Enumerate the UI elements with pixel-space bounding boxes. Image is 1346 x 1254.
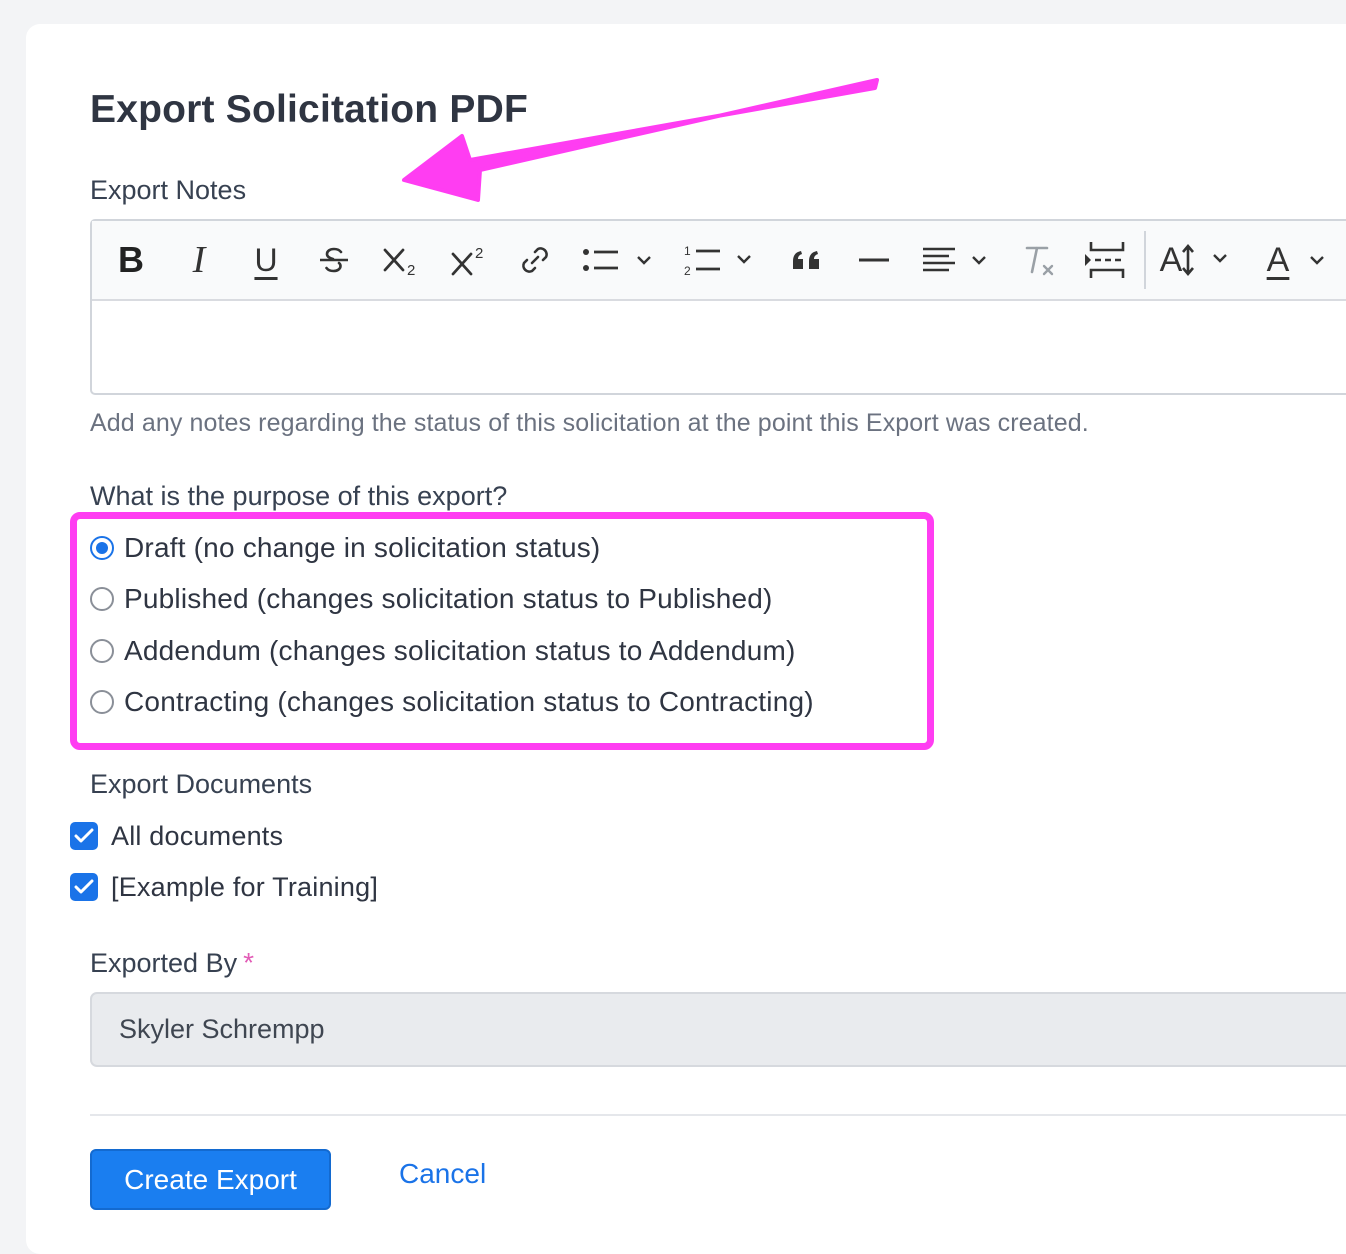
font-color-icon[interactable]: A bbox=[1256, 233, 1340, 287]
create-export-button[interactable]: Create Export bbox=[90, 1149, 331, 1210]
italic-glyph: I bbox=[192, 239, 206, 281]
exported-by-value: Skyler Schrempp bbox=[119, 1014, 325, 1044]
svg-text:2: 2 bbox=[684, 264, 691, 278]
annotation-highlight-box bbox=[70, 512, 934, 750]
blockquote-icon[interactable] bbox=[778, 233, 836, 287]
italic-icon[interactable]: I bbox=[170, 233, 228, 287]
document-item-training[interactable]: [Example for Training] bbox=[70, 866, 378, 908]
bulleted-list-icon[interactable] bbox=[574, 233, 658, 287]
font-size-icon[interactable]: A bbox=[1156, 233, 1240, 287]
font-size-glyph: A bbox=[1159, 240, 1183, 279]
document-item-label: All documents bbox=[111, 820, 284, 851]
exported-by-field[interactable]: Skyler Schrempp bbox=[90, 992, 1346, 1067]
bold-icon[interactable]: B bbox=[102, 233, 160, 287]
toolbar-separator bbox=[1144, 231, 1146, 289]
page-break-icon[interactable] bbox=[1078, 233, 1136, 287]
align-left-icon[interactable] bbox=[916, 233, 996, 287]
exported-by-label: Exported By * bbox=[90, 947, 254, 979]
editor-toolbar: B I U 2 2 12 A A bbox=[92, 221, 1346, 301]
font-color-glyph: A bbox=[1266, 240, 1290, 279]
export-notes-label: Export Notes bbox=[90, 175, 247, 205]
cancel-link[interactable]: Cancel bbox=[399, 1158, 486, 1190]
bold-glyph: B bbox=[118, 239, 144, 280]
checkbox-checked[interactable] bbox=[70, 822, 98, 850]
svg-text:2: 2 bbox=[475, 245, 483, 262]
numbered-list-icon[interactable]: 12 bbox=[678, 233, 762, 287]
notes-help-text: Add any notes regarding the status of th… bbox=[90, 409, 1089, 437]
document-item-label: [Example for Training] bbox=[111, 871, 379, 902]
svg-text:2: 2 bbox=[407, 262, 415, 278]
exported-by-label-text: Exported By bbox=[90, 948, 238, 978]
clear-formatting-icon[interactable] bbox=[1010, 233, 1068, 287]
export-notes-editor: B I U 2 2 12 A A bbox=[90, 219, 1346, 395]
page-title: Export Solicitation PDF bbox=[90, 88, 528, 131]
underline-icon[interactable]: U bbox=[237, 233, 295, 287]
export-documents-label: Export Documents bbox=[90, 769, 313, 799]
svg-text:1: 1 bbox=[684, 244, 691, 258]
strikethrough-icon[interactable] bbox=[305, 233, 363, 287]
checkbox-checked[interactable] bbox=[70, 873, 98, 901]
subscript-icon[interactable]: 2 bbox=[372, 233, 430, 287]
notes-input-area[interactable] bbox=[92, 299, 1346, 393]
horizontal-line-icon[interactable] bbox=[845, 233, 903, 287]
purpose-label: What is the purpose of this export? bbox=[90, 481, 508, 511]
superscript-icon[interactable]: 2 bbox=[440, 233, 498, 287]
underline-glyph: U bbox=[254, 241, 278, 278]
required-asterisk-icon: * bbox=[243, 947, 254, 978]
link-icon[interactable] bbox=[506, 233, 564, 287]
document-item-all[interactable]: All documents bbox=[70, 815, 283, 857]
form-divider bbox=[90, 1114, 1346, 1116]
